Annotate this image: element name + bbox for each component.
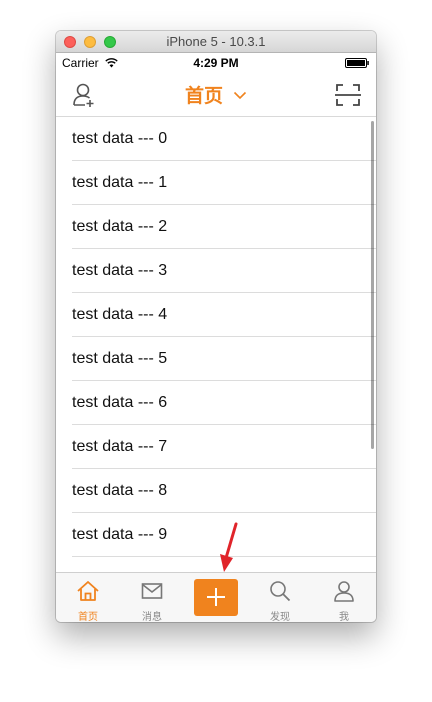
tab-label: 我 [339,612,349,622]
navigation-bar: 首页 [56,73,376,117]
list-item-label: test data --- 1 [72,174,168,191]
list-item[interactable]: test data --- 7 [56,425,376,469]
annotation-arrow-icon [220,522,238,572]
tab-bar: 首页 消息 发现 我 [56,572,376,622]
tab-label: 消息 [142,612,162,622]
list-item-label: test data --- 2 [72,218,168,235]
list-item-label: test data --- 6 [72,394,168,411]
nav-title-dropdown[interactable]: 首页 [166,73,266,116]
status-bar: Carrier 4:29 PM [56,53,376,73]
tab-discover[interactable]: 发现 [248,573,312,622]
window-title: iPhone 5 - 10.3.1 [166,34,266,49]
add-friend-button[interactable] [70,81,100,109]
message-icon [141,583,163,599]
list-item[interactable]: test data --- 3 [56,249,376,293]
list-item[interactable]: test data --- 5 [56,337,376,381]
home-icon [77,581,99,601]
data-list[interactable]: test data --- 0 test data --- 1 test dat… [56,117,376,572]
tab-profile[interactable]: 我 [312,573,376,622]
list-item-label: test data --- 3 [72,262,168,279]
plus-icon [207,588,225,606]
add-friend-icon [73,83,94,107]
list-item[interactable]: test data --- 4 [56,293,376,337]
list-item-label: test data --- 8 [72,482,168,499]
search-icon [270,581,291,602]
tab-label: 首页 [78,612,98,622]
chevron-down-icon [233,91,247,99]
scroll-indicator[interactable] [371,121,374,449]
list-item[interactable]: test data --- 2 [56,205,376,249]
list-item[interactable]: test data --- 6 [56,381,376,425]
scan-button[interactable] [334,82,362,108]
list-item-label: test data --- 0 [72,130,168,147]
nav-title: 首页 [184,85,223,107]
list-item[interactable]: test data --- 1 [56,161,376,205]
scan-icon [335,84,361,106]
battery-icon [345,58,369,68]
tab-label: 发现 [270,612,290,622]
tab-messages[interactable]: 消息 [120,573,184,622]
tab-home[interactable]: 首页 [56,573,120,622]
list-item-label: test data --- 7 [72,438,168,455]
compose-button[interactable] [194,579,238,616]
window-titlebar: iPhone 5 - 10.3.1 [56,31,376,53]
status-time: 4:29 PM [193,56,239,70]
list-item[interactable]: test data --- 8 [56,469,376,513]
list-item-label: test data --- 5 [72,350,168,367]
list-item[interactable]: test data --- 0 [56,117,376,161]
list-item-label: test data --- 9 [72,526,168,543]
profile-icon [334,581,354,602]
list-item-label: test data --- 4 [72,306,168,323]
